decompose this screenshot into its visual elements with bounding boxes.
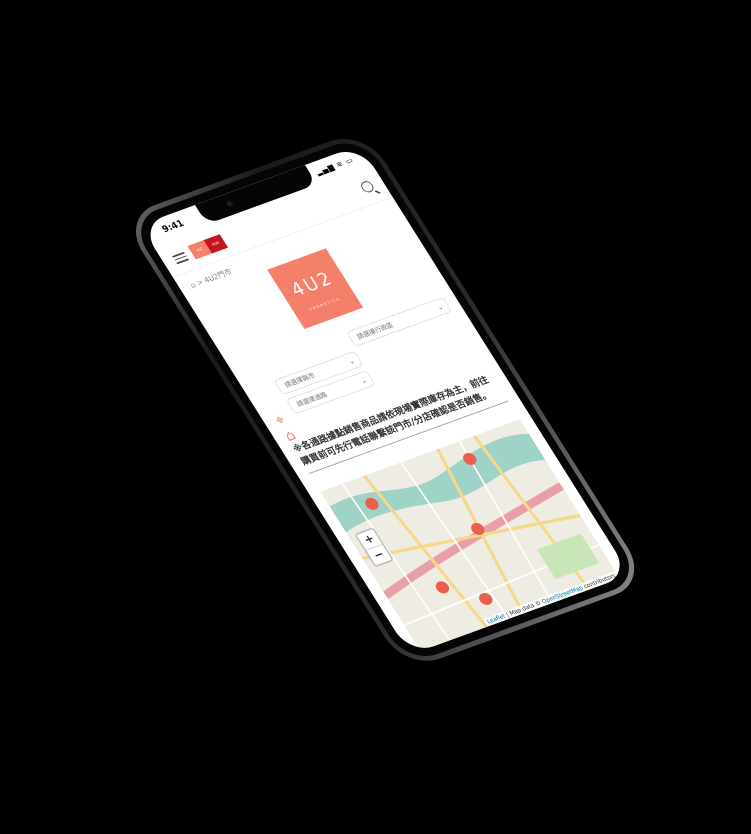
status-time: 9:41 bbox=[159, 217, 186, 235]
district-select-label: 請選擇行政區 bbox=[355, 321, 395, 341]
district-select[interactable]: 請選擇行政區 ⌄ bbox=[346, 296, 453, 347]
phone-screen: 9:41 ▂▄▆ ≋ ▭ 4U2 RGB ⌂ > 4U2門市 4U2 COSME… bbox=[140, 144, 631, 655]
camera-icon bbox=[225, 200, 234, 208]
city-select-label: 請選擇縣市 bbox=[283, 371, 317, 390]
store-map[interactable]: ● ● ● ● ● + − Leaflet | Map data © OpenS… bbox=[320, 419, 620, 652]
chevron-down-icon: ⌄ bbox=[435, 303, 445, 312]
brand-logo: 4U2 COSMETICS bbox=[267, 248, 364, 330]
park bbox=[536, 533, 600, 580]
brand-logo-subtext: COSMETICS bbox=[308, 296, 342, 312]
store-location-icon: ⌖ ⌂ bbox=[271, 411, 300, 446]
hamburger-icon[interactable] bbox=[171, 250, 190, 266]
status-icons: ▂▄▆ ≋ ▭ bbox=[314, 156, 356, 178]
search-icon[interactable] bbox=[358, 179, 376, 194]
channel-select-label: 請選擇通路 bbox=[295, 390, 329, 409]
phone: 9:41 ▂▄▆ ≋ ▭ 4U2 RGB ⌂ > 4U2門市 4U2 COSME… bbox=[120, 128, 650, 671]
breadcrumb-current: 4U2門市 bbox=[202, 268, 234, 286]
chevron-down-icon: ⌄ bbox=[359, 376, 369, 385]
chevron-down-icon: ⌄ bbox=[347, 357, 357, 366]
site-logo[interactable]: 4U2 RGB bbox=[187, 234, 229, 260]
